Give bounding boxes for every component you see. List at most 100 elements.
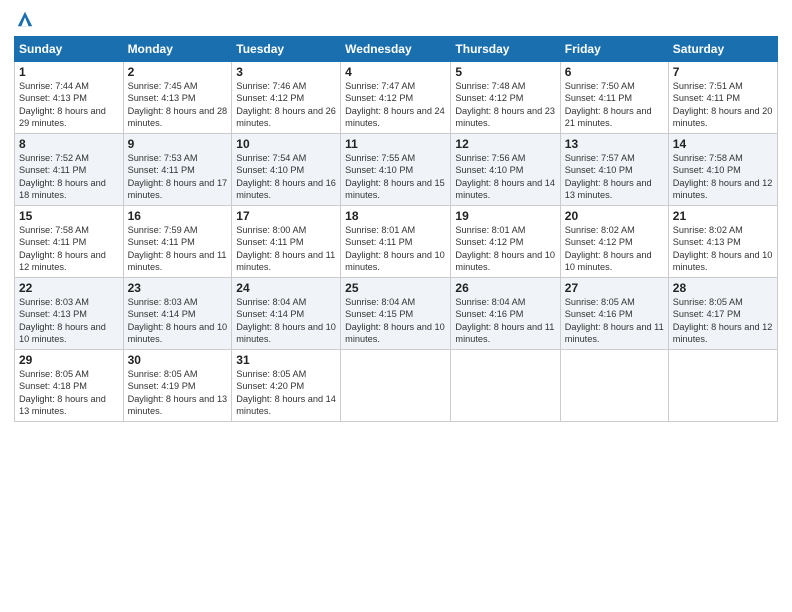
day-info: Sunrise: 8:05 AMSunset: 4:17 PMDaylight:… xyxy=(673,296,773,346)
day-number: 31 xyxy=(236,353,336,367)
day-number: 17 xyxy=(236,209,336,223)
day-info: Sunrise: 7:54 AMSunset: 4:10 PMDaylight:… xyxy=(236,152,336,202)
day-info: Sunrise: 7:56 AMSunset: 4:10 PMDaylight:… xyxy=(455,152,555,202)
col-header-saturday: Saturday xyxy=(668,37,777,62)
calendar-cell: 18Sunrise: 8:01 AMSunset: 4:11 PMDayligh… xyxy=(341,206,451,278)
calendar-cell: 3Sunrise: 7:46 AMSunset: 4:12 PMDaylight… xyxy=(232,62,341,134)
col-header-tuesday: Tuesday xyxy=(232,37,341,62)
day-number: 2 xyxy=(128,65,228,79)
day-number: 12 xyxy=(455,137,555,151)
calendar-cell: 16Sunrise: 7:59 AMSunset: 4:11 PMDayligh… xyxy=(123,206,232,278)
day-number: 27 xyxy=(565,281,664,295)
page-header xyxy=(14,10,778,28)
day-number: 1 xyxy=(19,65,119,79)
calendar-cell: 5Sunrise: 7:48 AMSunset: 4:12 PMDaylight… xyxy=(451,62,560,134)
day-info: Sunrise: 8:00 AMSunset: 4:11 PMDaylight:… xyxy=(236,224,336,274)
calendar-cell: 17Sunrise: 8:00 AMSunset: 4:11 PMDayligh… xyxy=(232,206,341,278)
calendar-cell: 20Sunrise: 8:02 AMSunset: 4:12 PMDayligh… xyxy=(560,206,668,278)
day-number: 11 xyxy=(345,137,446,151)
day-info: Sunrise: 7:48 AMSunset: 4:12 PMDaylight:… xyxy=(455,80,555,130)
calendar-cell: 19Sunrise: 8:01 AMSunset: 4:12 PMDayligh… xyxy=(451,206,560,278)
logo xyxy=(14,10,34,28)
day-number: 3 xyxy=(236,65,336,79)
day-number: 25 xyxy=(345,281,446,295)
calendar-cell: 21Sunrise: 8:02 AMSunset: 4:13 PMDayligh… xyxy=(668,206,777,278)
day-info: Sunrise: 7:52 AMSunset: 4:11 PMDaylight:… xyxy=(19,152,119,202)
calendar-cell: 30Sunrise: 8:05 AMSunset: 4:19 PMDayligh… xyxy=(123,350,232,422)
calendar-cell: 4Sunrise: 7:47 AMSunset: 4:12 PMDaylight… xyxy=(341,62,451,134)
calendar-cell: 10Sunrise: 7:54 AMSunset: 4:10 PMDayligh… xyxy=(232,134,341,206)
col-header-friday: Friday xyxy=(560,37,668,62)
calendar-cell: 13Sunrise: 7:57 AMSunset: 4:10 PMDayligh… xyxy=(560,134,668,206)
calendar-cell: 23Sunrise: 8:03 AMSunset: 4:14 PMDayligh… xyxy=(123,278,232,350)
day-info: Sunrise: 7:58 AMSunset: 4:10 PMDaylight:… xyxy=(673,152,773,202)
day-number: 29 xyxy=(19,353,119,367)
col-header-wednesday: Wednesday xyxy=(341,37,451,62)
day-info: Sunrise: 8:02 AMSunset: 4:13 PMDaylight:… xyxy=(673,224,773,274)
day-number: 4 xyxy=(345,65,446,79)
day-info: Sunrise: 8:05 AMSunset: 4:16 PMDaylight:… xyxy=(565,296,664,346)
day-number: 7 xyxy=(673,65,773,79)
calendar-cell: 11Sunrise: 7:55 AMSunset: 4:10 PMDayligh… xyxy=(341,134,451,206)
calendar-cell: 1Sunrise: 7:44 AMSunset: 4:13 PMDaylight… xyxy=(15,62,124,134)
day-info: Sunrise: 7:57 AMSunset: 4:10 PMDaylight:… xyxy=(565,152,664,202)
day-number: 18 xyxy=(345,209,446,223)
col-header-sunday: Sunday xyxy=(15,37,124,62)
day-info: Sunrise: 7:51 AMSunset: 4:11 PMDaylight:… xyxy=(673,80,773,130)
calendar-cell: 8Sunrise: 7:52 AMSunset: 4:11 PMDaylight… xyxy=(15,134,124,206)
day-info: Sunrise: 8:04 AMSunset: 4:16 PMDaylight:… xyxy=(455,296,555,346)
calendar-cell: 31Sunrise: 8:05 AMSunset: 4:20 PMDayligh… xyxy=(232,350,341,422)
calendar-cell xyxy=(668,350,777,422)
day-info: Sunrise: 7:44 AMSunset: 4:13 PMDaylight:… xyxy=(19,80,119,130)
col-header-monday: Monday xyxy=(123,37,232,62)
calendar-cell xyxy=(560,350,668,422)
day-number: 13 xyxy=(565,137,664,151)
day-number: 21 xyxy=(673,209,773,223)
day-number: 10 xyxy=(236,137,336,151)
calendar-cell xyxy=(451,350,560,422)
calendar-cell: 28Sunrise: 8:05 AMSunset: 4:17 PMDayligh… xyxy=(668,278,777,350)
day-number: 16 xyxy=(128,209,228,223)
day-number: 5 xyxy=(455,65,555,79)
day-number: 28 xyxy=(673,281,773,295)
calendar-cell xyxy=(341,350,451,422)
calendar-cell: 27Sunrise: 8:05 AMSunset: 4:16 PMDayligh… xyxy=(560,278,668,350)
calendar-cell: 9Sunrise: 7:53 AMSunset: 4:11 PMDaylight… xyxy=(123,134,232,206)
col-header-thursday: Thursday xyxy=(451,37,560,62)
day-number: 8 xyxy=(19,137,119,151)
day-number: 15 xyxy=(19,209,119,223)
calendar-cell: 12Sunrise: 7:56 AMSunset: 4:10 PMDayligh… xyxy=(451,134,560,206)
day-number: 14 xyxy=(673,137,773,151)
day-info: Sunrise: 8:01 AMSunset: 4:12 PMDaylight:… xyxy=(455,224,555,274)
calendar-cell: 14Sunrise: 7:58 AMSunset: 4:10 PMDayligh… xyxy=(668,134,777,206)
day-info: Sunrise: 8:05 AMSunset: 4:20 PMDaylight:… xyxy=(236,368,336,418)
day-number: 30 xyxy=(128,353,228,367)
day-info: Sunrise: 8:03 AMSunset: 4:14 PMDaylight:… xyxy=(128,296,228,346)
day-info: Sunrise: 8:02 AMSunset: 4:12 PMDaylight:… xyxy=(565,224,664,274)
day-info: Sunrise: 7:46 AMSunset: 4:12 PMDaylight:… xyxy=(236,80,336,130)
day-info: Sunrise: 7:45 AMSunset: 4:13 PMDaylight:… xyxy=(128,80,228,130)
day-info: Sunrise: 7:59 AMSunset: 4:11 PMDaylight:… xyxy=(128,224,228,274)
day-info: Sunrise: 7:53 AMSunset: 4:11 PMDaylight:… xyxy=(128,152,228,202)
day-number: 23 xyxy=(128,281,228,295)
day-info: Sunrise: 7:47 AMSunset: 4:12 PMDaylight:… xyxy=(345,80,446,130)
calendar-cell: 6Sunrise: 7:50 AMSunset: 4:11 PMDaylight… xyxy=(560,62,668,134)
day-number: 19 xyxy=(455,209,555,223)
day-number: 20 xyxy=(565,209,664,223)
day-info: Sunrise: 8:04 AMSunset: 4:15 PMDaylight:… xyxy=(345,296,446,346)
day-number: 22 xyxy=(19,281,119,295)
day-info: Sunrise: 8:04 AMSunset: 4:14 PMDaylight:… xyxy=(236,296,336,346)
calendar-cell: 22Sunrise: 8:03 AMSunset: 4:13 PMDayligh… xyxy=(15,278,124,350)
day-number: 9 xyxy=(128,137,228,151)
day-number: 24 xyxy=(236,281,336,295)
calendar-cell: 25Sunrise: 8:04 AMSunset: 4:15 PMDayligh… xyxy=(341,278,451,350)
calendar-cell: 26Sunrise: 8:04 AMSunset: 4:16 PMDayligh… xyxy=(451,278,560,350)
day-info: Sunrise: 8:01 AMSunset: 4:11 PMDaylight:… xyxy=(345,224,446,274)
calendar-cell: 15Sunrise: 7:58 AMSunset: 4:11 PMDayligh… xyxy=(15,206,124,278)
logo-icon xyxy=(16,10,34,28)
day-number: 6 xyxy=(565,65,664,79)
day-number: 26 xyxy=(455,281,555,295)
day-info: Sunrise: 8:05 AMSunset: 4:18 PMDaylight:… xyxy=(19,368,119,418)
day-info: Sunrise: 7:55 AMSunset: 4:10 PMDaylight:… xyxy=(345,152,446,202)
calendar-cell: 7Sunrise: 7:51 AMSunset: 4:11 PMDaylight… xyxy=(668,62,777,134)
